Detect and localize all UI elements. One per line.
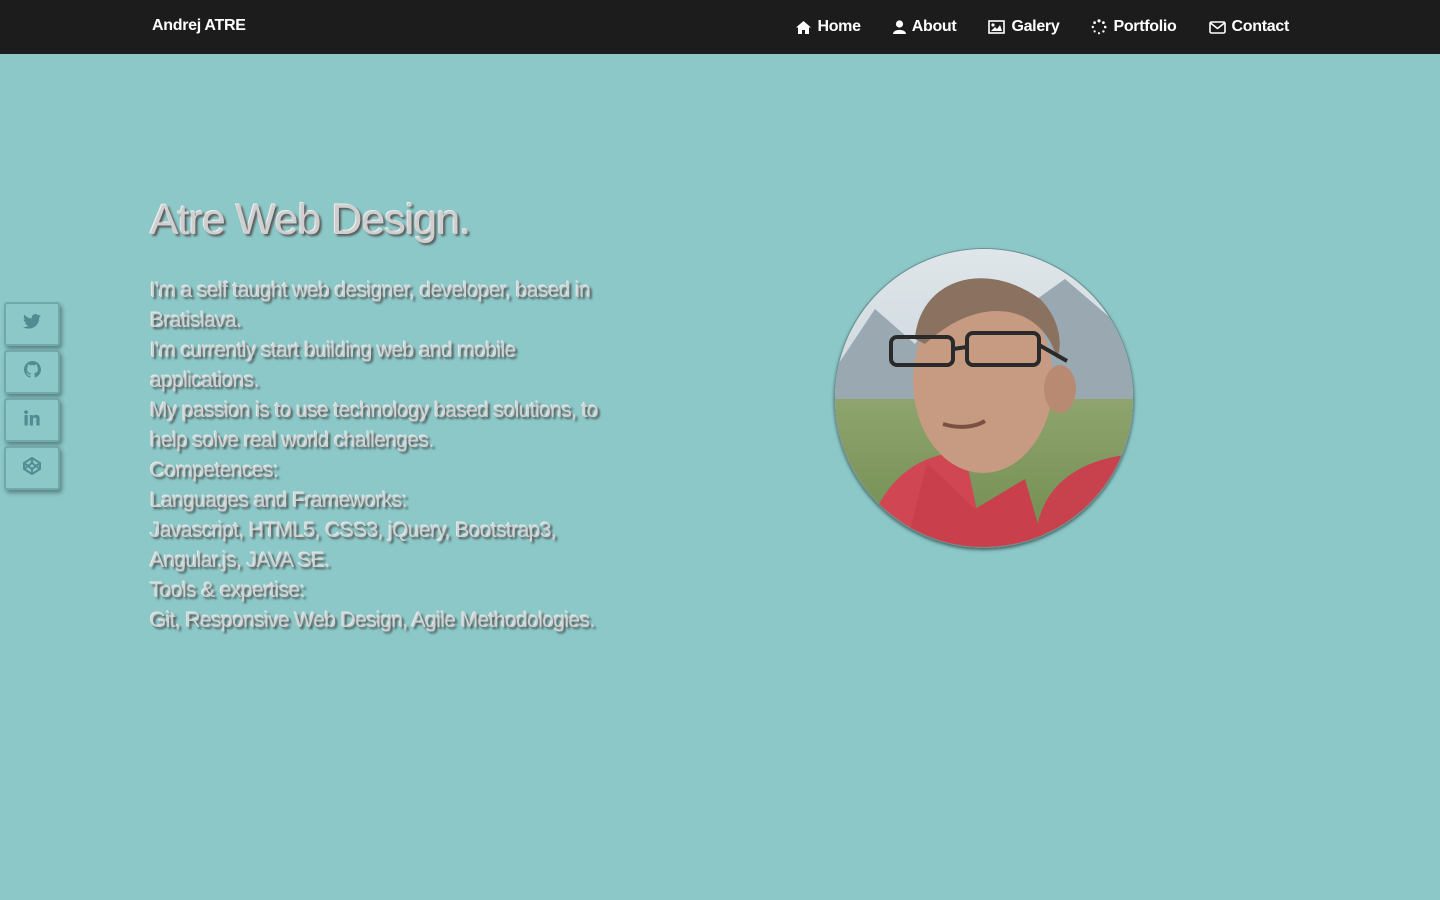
linkedin-button[interactable] <box>4 398 60 442</box>
intro-line: Languages and Frameworks: <box>150 489 408 512</box>
intro-line: Competences: <box>150 459 279 482</box>
intro-line: Git, Responsive Web Design, Agile Method… <box>150 609 595 632</box>
spinner-icon <box>1091 19 1107 35</box>
nav-galery-label: Galery <box>1011 18 1060 35</box>
intro-line: My passion is to use technology based so… <box>150 399 599 452</box>
home-icon <box>796 20 812 34</box>
page-title: Atre Web Design. <box>150 196 471 244</box>
main-nav: Home About Galery Portfolio Contact <box>796 0 1289 54</box>
nav-contact-label: Contact <box>1231 18 1290 35</box>
intro-line: I'm currently start building web and mob… <box>150 339 516 392</box>
envelope-icon <box>1208 20 1226 34</box>
nav-galery[interactable]: Galery <box>988 18 1060 36</box>
intro-line: Javascript, HTML5, CSS3, jQuery, Bootstr… <box>150 519 557 572</box>
nav-contact[interactable]: Contact <box>1208 18 1290 36</box>
intro-line: Tools & expertise: <box>150 579 306 602</box>
nav-about[interactable]: About <box>892 18 957 36</box>
user-icon <box>892 20 906 34</box>
github-button[interactable] <box>4 350 60 394</box>
codepen-button[interactable] <box>4 446 60 490</box>
github-icon <box>23 361 41 383</box>
nav-about-label: About <box>911 18 957 35</box>
profile-photo <box>834 248 1134 548</box>
twitter-button[interactable] <box>4 302 60 346</box>
linkedin-icon <box>24 409 40 431</box>
nav-portfolio-label: Portfolio <box>1113 18 1177 35</box>
twitter-icon <box>23 314 41 334</box>
intro-line: I'm a self taught web designer, develope… <box>150 279 591 332</box>
codepen-icon <box>23 456 41 480</box>
nav-portfolio[interactable]: Portfolio <box>1091 18 1177 36</box>
brand-link[interactable]: Andrej ATRE <box>152 17 246 35</box>
intro-text: I'm a self taught web designer, develope… <box>150 276 620 636</box>
nav-home[interactable]: Home <box>796 18 861 36</box>
picture-icon <box>988 20 1006 34</box>
nav-home-label: Home <box>817 18 861 35</box>
social-links <box>4 302 60 490</box>
top-navbar: Andrej ATRE Home About Galery Portfolio … <box>0 0 1440 54</box>
